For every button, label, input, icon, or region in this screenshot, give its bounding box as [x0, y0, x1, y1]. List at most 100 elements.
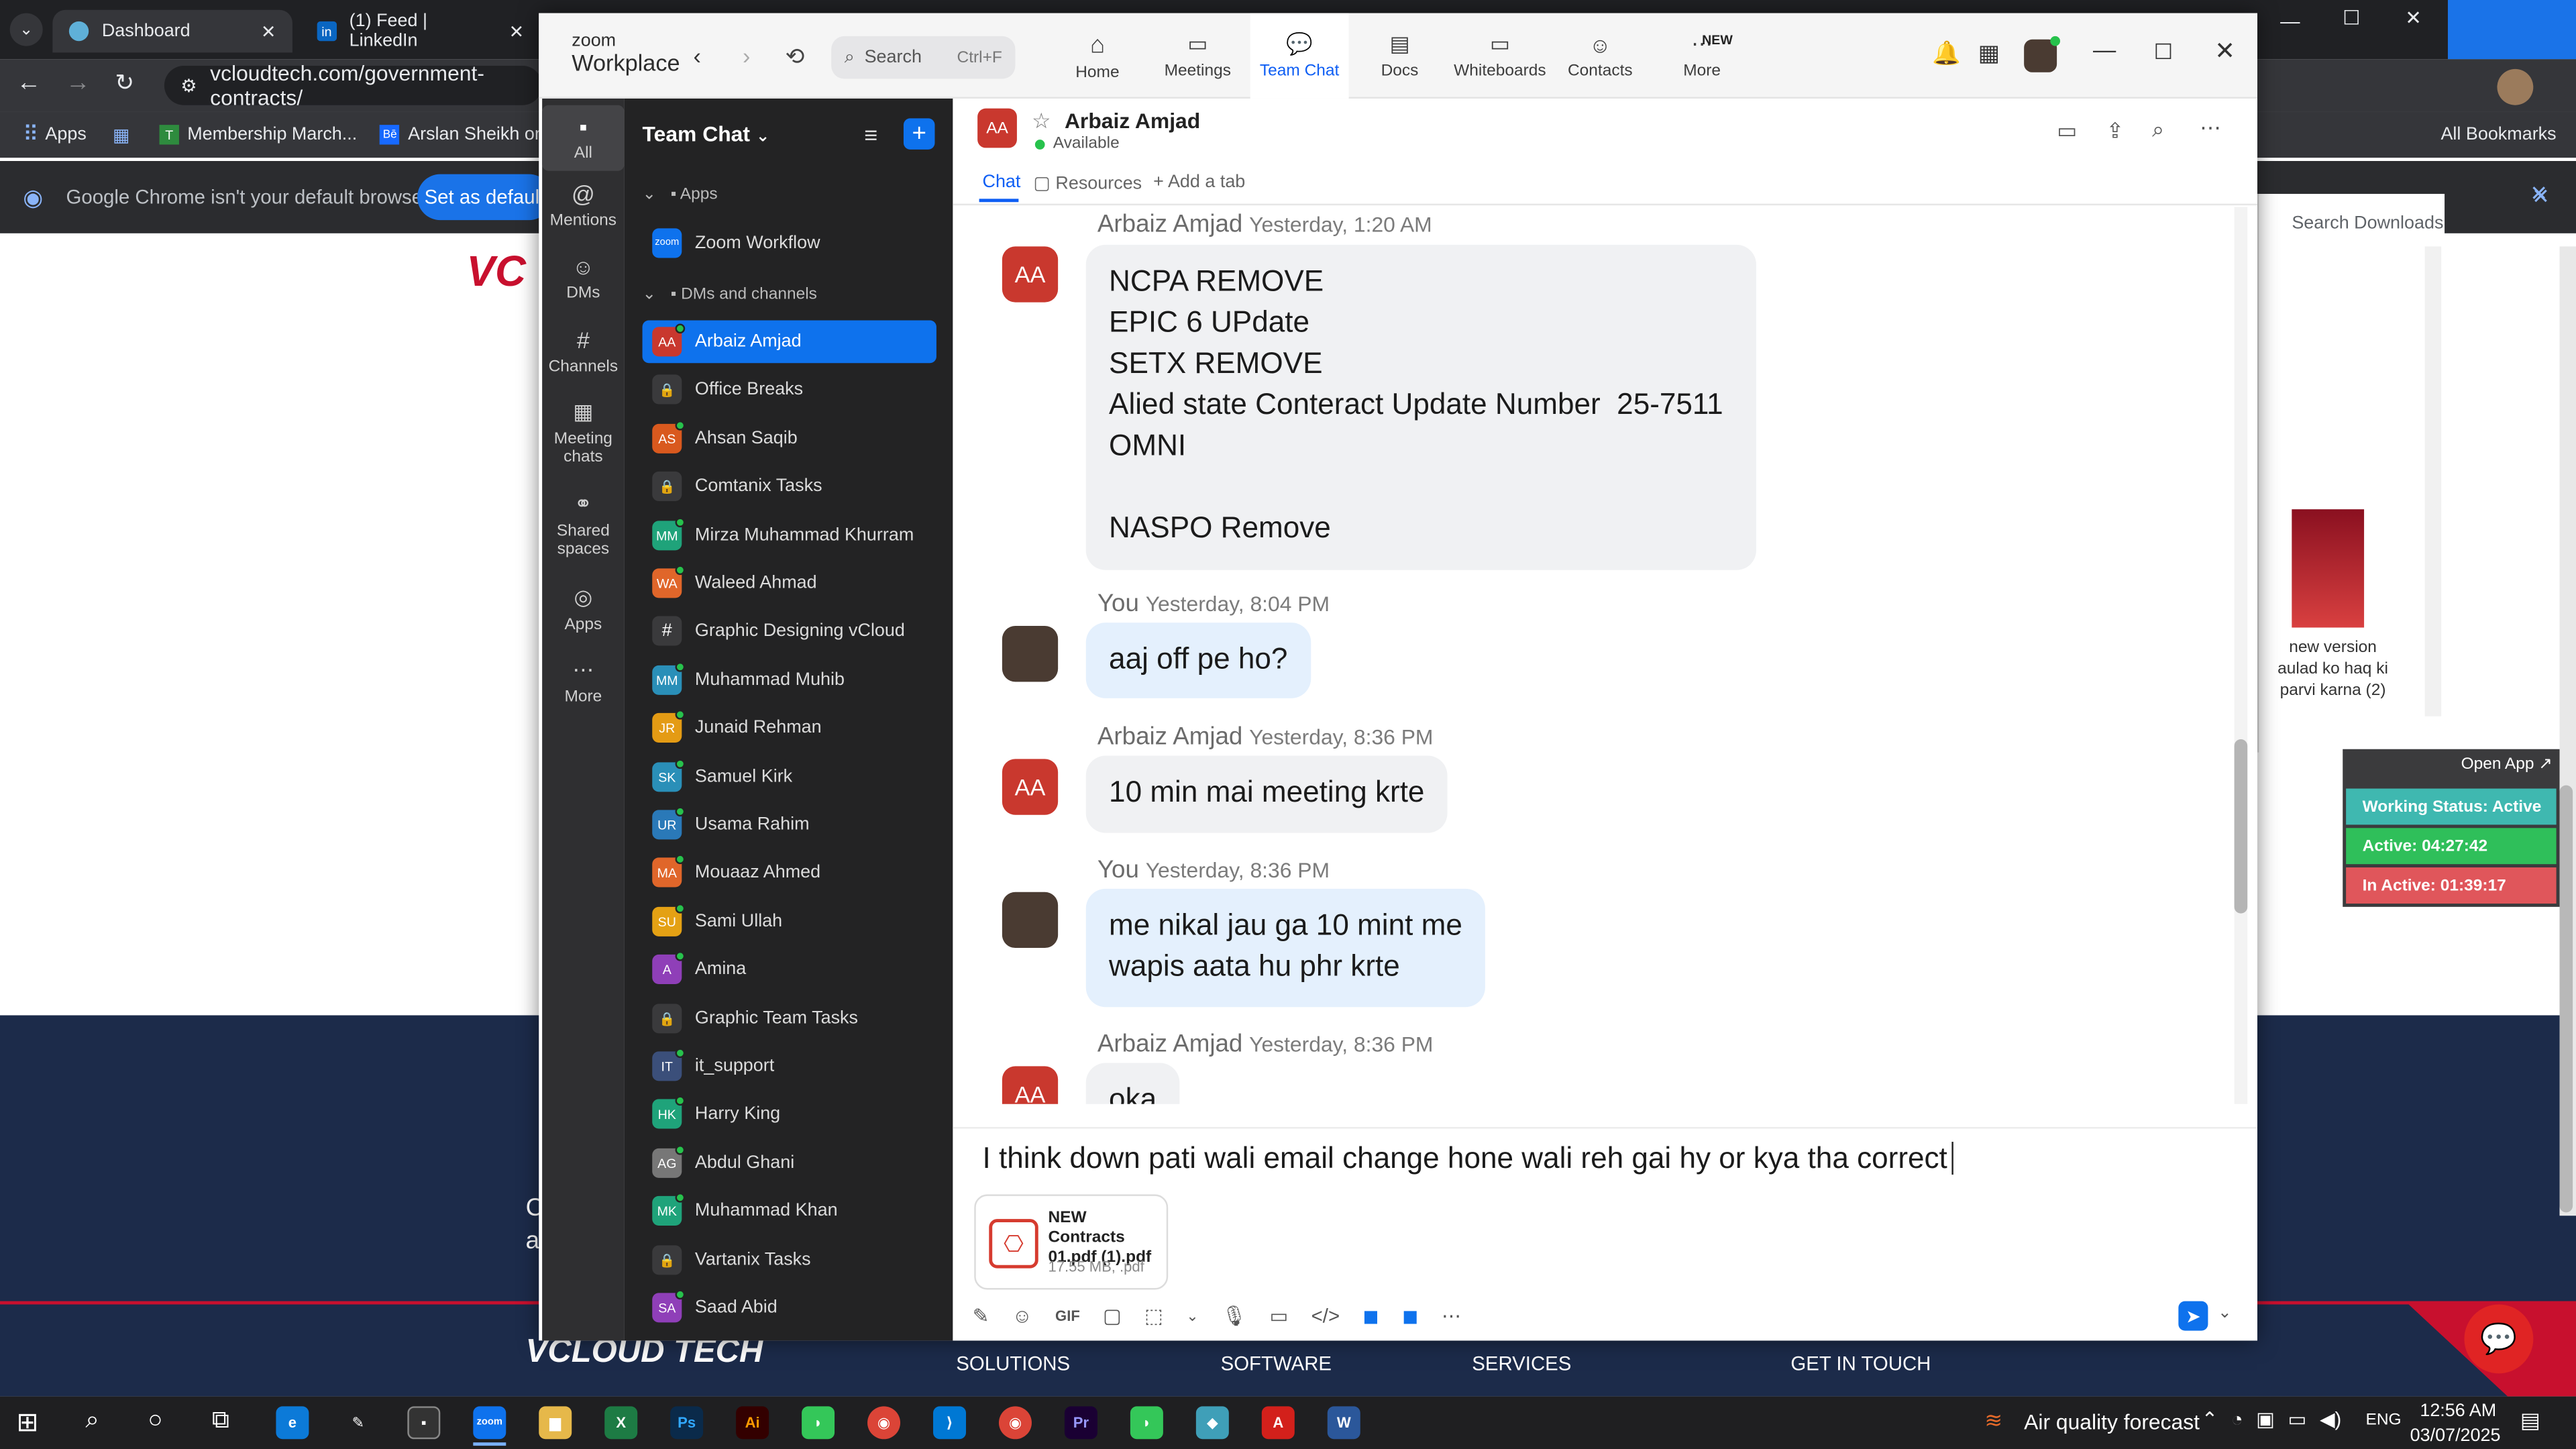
rail-apps[interactable]: ◎ Apps: [542, 585, 624, 634]
notification-bell-icon[interactable]: 🔔: [1932, 40, 1961, 68]
acrobat-icon[interactable]: A: [1261, 1406, 1295, 1440]
notifications-icon[interactable]: ▤: [2520, 1408, 2540, 1434]
channel-item[interactable]: MA Mouaaz Ahmed: [643, 851, 936, 894]
vscode-icon[interactable]: ⟩: [933, 1406, 967, 1440]
channel-item[interactable]: SK Samuel Kirk: [643, 756, 936, 799]
channel-item[interactable]: A Amina: [643, 948, 936, 991]
site-nav-solutions[interactable]: SOLUTIONS: [956, 1352, 1070, 1375]
channel-item[interactable]: 🔒 Vartanix Tasks: [643, 1239, 936, 1282]
app-diamond-icon[interactable]: ◆: [1195, 1406, 1229, 1440]
set-default-button[interactable]: Set as default: [417, 174, 552, 221]
word-icon[interactable]: W: [1327, 1406, 1360, 1440]
file-icon[interactable]: ▢: [1103, 1304, 1122, 1327]
downloads-search[interactable]: Search Downloads: [2292, 213, 2443, 233]
channel-item[interactable]: SU Sami Ullah: [643, 900, 936, 943]
new-chat-button[interactable]: +: [903, 118, 935, 150]
close-icon[interactable]: ✕: [261, 21, 276, 42]
network-icon[interactable]: ▭: [2288, 1408, 2307, 1431]
format-icon[interactable]: ✎: [973, 1304, 989, 1327]
support-chat-icon[interactable]: 💬: [2464, 1304, 2534, 1374]
site-info-icon[interactable]: ⚙: [180, 74, 197, 96]
message-list[interactable]: Arbaiz Amjad Yesterday, 1:20 AM AA NCPA R…: [953, 207, 2234, 1104]
url-bar[interactable]: ⚙ vcloudtech.com/government-contracts/: [164, 61, 543, 110]
message-input[interactable]: I think down pati wali email change hone…: [982, 1142, 1962, 1176]
app-zoom-workflow[interactable]: zoom Zoom Workflow: [643, 222, 936, 265]
premiere-icon[interactable]: Pr: [1064, 1406, 1097, 1440]
cortana-icon[interactable]: ○: [148, 1406, 162, 1434]
profile-avatar[interactable]: [2497, 68, 2534, 105]
my-avatar[interactable]: [1002, 892, 1059, 949]
app-icon-1[interactable]: ◼: [1362, 1304, 1379, 1327]
send-button[interactable]: ➤: [2178, 1301, 2208, 1331]
reload-icon[interactable]: ↻: [115, 69, 134, 97]
task-view-icon[interactable]: ⧉: [212, 1406, 229, 1434]
all-bookmarks[interactable]: All Bookmarks: [2440, 125, 2556, 144]
zoom-search-input[interactable]: ⌕ Search Ctrl+F: [831, 36, 1016, 79]
chrome-icon[interactable]: ◉: [867, 1406, 901, 1440]
channel-item[interactable]: # Graphic Designing vCloud: [643, 610, 936, 653]
filter-icon[interactable]: ≡: [864, 121, 877, 148]
tab-linkedin[interactable]: in (1) Feed | LinkedIn ✕: [301, 10, 541, 53]
my-avatar[interactable]: [1002, 626, 1059, 682]
channel-item[interactable]: MK Muhammad Khan: [643, 1189, 936, 1232]
forward-nav-icon[interactable]: ›: [743, 43, 750, 69]
minimize-icon[interactable]: —: [2280, 10, 2300, 33]
tab-dashboard[interactable]: Dashboard ✕: [52, 9, 292, 53]
close-icon[interactable]: ✕: [2405, 7, 2422, 30]
microphone-icon[interactable]: 🎙: [1222, 1304, 1246, 1327]
gif-icon[interactable]: GIF: [1055, 1307, 1080, 1324]
section-apps[interactable]: ⌄ ▪ Apps: [643, 186, 718, 204]
channel-item[interactable]: HK Harry King: [643, 1093, 936, 1136]
clock-time[interactable]: 12:56 AM: [2420, 1401, 2496, 1421]
channel-item[interactable]: WA Waleed Ahmad: [643, 562, 936, 605]
star-icon[interactable]: ☆: [1032, 109, 1051, 135]
message-bubble[interactable]: NCPA REMOVE EPIC 6 UPdate SETX REMOVE Al…: [1085, 244, 1756, 570]
channel-item[interactable]: 🔒 Comtanix Tasks: [643, 465, 936, 508]
contact-avatar[interactable]: AA: [977, 108, 1017, 148]
camera-icon[interactable]: ▣: [2256, 1408, 2275, 1431]
message-bubble[interactable]: aaj off pe ho?: [1085, 623, 1311, 698]
illustrator-icon[interactable]: Ai: [736, 1406, 769, 1440]
channel-item[interactable]: SA Saad Abid: [643, 1287, 936, 1330]
nav-team-chat[interactable]: 💬 Team Chat: [1250, 13, 1349, 99]
close-icon[interactable]: ✕: [509, 21, 525, 42]
tab-chat[interactable]: Chat: [982, 172, 1020, 192]
bookmark-grid-icon[interactable]: ▦: [113, 124, 129, 145]
pen-tool-icon[interactable]: ✎: [341, 1406, 374, 1439]
green-app-2-icon[interactable]: ◗: [1130, 1406, 1163, 1440]
rail-dms[interactable]: ☺ DMs: [542, 255, 624, 303]
site-nav-software[interactable]: SOFTWARE: [1221, 1352, 1332, 1375]
nav-contacts[interactable]: ☺ Contacts: [1551, 13, 1650, 99]
rail-mentions[interactable]: @ Mentions: [542, 180, 624, 229]
bookmark-membership[interactable]: Membership March...: [187, 125, 357, 144]
chevron-up-icon[interactable]: ⌃: [2202, 1408, 2218, 1431]
chat-scrollbar-thumb[interactable]: [2234, 739, 2248, 914]
screenshot-icon[interactable]: ⬚: [1144, 1304, 1163, 1327]
zoom-taskbar-icon[interactable]: zoom: [473, 1406, 506, 1440]
file-explorer-icon[interactable]: ▆: [539, 1406, 572, 1440]
clock-date[interactable]: 03/07/2025: [2410, 1426, 2501, 1446]
history-icon[interactable]: ⟲: [786, 43, 805, 71]
channel-item[interactable]: UR Usama Rahim: [643, 804, 936, 847]
green-app-icon[interactable]: ◗: [802, 1406, 835, 1440]
rail-meeting-chats[interactable]: ▦ Meeting chats: [542, 399, 624, 466]
channel-item[interactable]: AG Abdul Ghani: [643, 1142, 936, 1185]
video-call-icon[interactable]: ▭: [2057, 118, 2077, 144]
rail-channels[interactable]: # Channels: [542, 327, 624, 376]
minimize-icon[interactable]: —: [2093, 36, 2116, 62]
language-indicator[interactable]: ENG: [2366, 1411, 2402, 1430]
weather-text[interactable]: Air quality forecast: [2024, 1409, 2200, 1434]
bookmark-apps[interactable]: Apps: [45, 125, 86, 144]
download-item-label[interactable]: new version aulad ko haq ki parvi karna …: [2269, 637, 2397, 702]
chat-contact-name[interactable]: Arbaiz Amjad: [1065, 109, 1200, 133]
rail-shared-spaces[interactable]: ⚭ Shared spaces: [542, 491, 624, 558]
channel-item[interactable]: AA Arbaiz Amjad: [642, 320, 936, 364]
more-options-icon[interactable]: ⋯: [2200, 115, 2221, 141]
chevron-down-icon[interactable]: ⌄: [1186, 1307, 1198, 1325]
nav-more[interactable]: ⋯ More: [1653, 13, 1752, 99]
windows-start-icon[interactable]: ⊞: [16, 1406, 38, 1439]
channel-item[interactable]: MM Mirza Muhammad Khurram: [643, 515, 936, 557]
message-bubble[interactable]: 10 min mai meeting krte: [1085, 755, 1448, 833]
channel-item[interactable]: IT it_support: [643, 1045, 936, 1088]
edge-icon[interactable]: e: [276, 1406, 309, 1440]
